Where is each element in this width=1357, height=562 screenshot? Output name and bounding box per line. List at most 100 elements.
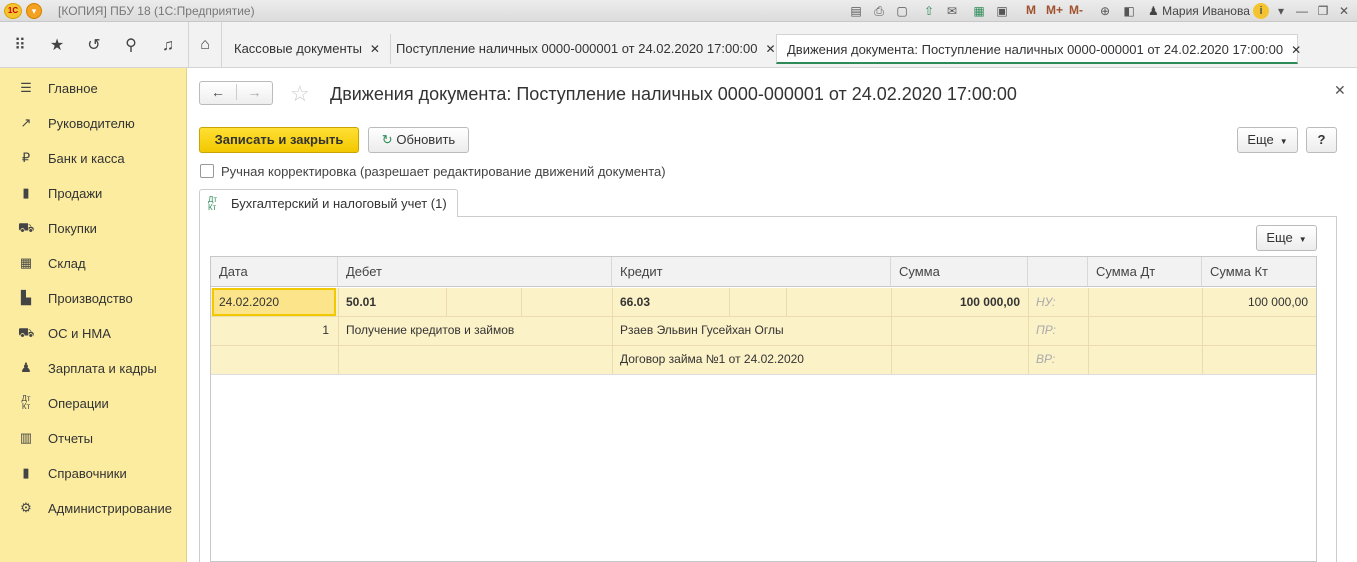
entries-table[interactable]: Дата Дебет Кредит Сумма Сумма Дт Сумма К… [210, 256, 1317, 562]
zoom-icon[interactable]: ⊕ [1097, 3, 1113, 19]
sidebar-item-purchases[interactable]: ⛟ Покупки [0, 210, 187, 245]
col-header-debit[interactable]: Дебет [338, 257, 612, 287]
preview-icon[interactable]: ▢ [894, 3, 910, 19]
sidebar-item-label: Операции [48, 396, 109, 411]
col-divider [786, 288, 787, 316]
sidebar-item-label: Справочники [48, 466, 127, 481]
favorite-star-icon[interactable]: ☆ [290, 81, 310, 107]
manual-correction-label: Ручная корректировка (разрешает редактир… [221, 164, 666, 179]
manual-correction-checkbox[interactable] [200, 164, 214, 178]
memory-m-button[interactable]: M [1026, 3, 1036, 17]
apps-grid-icon[interactable]: ⠿ [10, 36, 30, 56]
sidebar-item-label: Зарплата и кадры [48, 361, 157, 376]
bell-icon[interactable]: ♫ [158, 36, 178, 56]
favorites-icon[interactable]: ★ [47, 36, 67, 56]
calendar-icon[interactable]: ▣ [994, 3, 1010, 19]
sidebar-item-manager[interactable]: ↗ Руководителю [0, 105, 187, 140]
sidebar-item-label: Главное [48, 81, 98, 96]
panels-icon[interactable]: ◧ [1121, 3, 1137, 19]
sidebar-item-operations[interactable]: Дт Кт Операции [0, 385, 187, 420]
history-icon[interactable]: ↺ [84, 36, 104, 56]
dtkt-icon: Дт Кт [21, 394, 31, 411]
cell-debit-account[interactable]: 50.01 [346, 288, 376, 316]
search-icon[interactable]: ⚲ [121, 36, 141, 56]
cell-debit-subconto[interactable]: Получение кредитов и займов [346, 316, 514, 344]
cell-credit-account[interactable]: 66.03 [620, 288, 650, 316]
menu-icon: ☰ [20, 80, 32, 95]
col-divider [729, 288, 730, 316]
cell-date[interactable]: 24.02.2020 [219, 288, 279, 316]
sidebar-item-catalogs[interactable]: ▮ Справочники [0, 455, 187, 490]
forward-arrow-icon[interactable]: → [236, 84, 272, 100]
top-navigation: ⠿ ★ ↺ ⚲ ♫ ⌂ Кассовые документы ✕ Поступле… [0, 22, 1357, 68]
save-and-close-button[interactable]: Записать и закрыть [199, 127, 359, 153]
cell-amount-kt[interactable]: 100 000,00 [1202, 288, 1308, 316]
col-header-date[interactable]: Дата [211, 257, 338, 287]
more-button[interactable]: Еще ▼ [1237, 127, 1298, 153]
main-menu-icon[interactable]: ▾ [26, 3, 42, 19]
col-header-amount-kt[interactable]: Сумма Кт [1202, 257, 1316, 287]
memory-plus-button[interactable]: M+ [1046, 3, 1063, 17]
col-header-amount[interactable]: Сумма [891, 257, 1028, 287]
user-label: Мария Иванова [1162, 4, 1250, 18]
col-header-tax-type[interactable] [1028, 257, 1088, 287]
trend-icon: ↗ [20, 115, 32, 130]
more-label: Еще [1266, 230, 1293, 245]
tab-cash-documents[interactable]: Кассовые документы ✕ [224, 34, 391, 64]
minimize-icon[interactable]: — [1294, 3, 1310, 19]
close-icon[interactable]: ✕ [1291, 43, 1301, 57]
close-icon[interactable]: ✕ [370, 42, 380, 56]
table-more-button[interactable]: Еще ▼ [1256, 225, 1317, 251]
info-icon[interactable]: i [1253, 3, 1269, 19]
app-logo-icon: 1С [4, 3, 22, 19]
col-header-credit[interactable]: Кредит [612, 257, 891, 287]
sidebar-item-reports[interactable]: ▥ Отчеты [0, 420, 187, 455]
back-arrow-icon[interactable]: ← [200, 84, 236, 100]
close-window-icon[interactable]: ✕ [1336, 3, 1352, 19]
sidebar-item-admin[interactable]: ⚙ Администрирование [0, 490, 187, 525]
basket-icon: ⛟ [18, 220, 35, 235]
help-button[interactable]: ? [1306, 127, 1337, 153]
sidebar-item-production[interactable]: ▙ Производство [0, 280, 187, 315]
mail-icon[interactable]: ✉ [944, 3, 960, 19]
chevron-down-icon[interactable]: ▾ [1273, 3, 1289, 19]
close-icon[interactable]: ✕ [766, 42, 776, 56]
sidebar-item-warehouse[interactable]: ▦ Склад [0, 245, 187, 280]
cell-credit-subconto-2[interactable]: Договор займа №1 от 24.02.2020 [620, 345, 804, 373]
user-icon: ♟ [1148, 4, 1159, 18]
restore-icon[interactable]: ❐ [1315, 3, 1331, 19]
window-title: [КОПИЯ] ПБУ 18 (1С:Предприятие) [58, 4, 255, 18]
memory-minus-button[interactable]: M- [1069, 3, 1083, 17]
tab-cash-receipt[interactable]: Поступление наличных 0000-000001 от 24.0… [386, 34, 787, 64]
cell-pr-label: ПР: [1036, 323, 1056, 337]
print-icon[interactable]: ⎙ [871, 3, 887, 19]
sidebar-item-label: ОС и НМА [48, 326, 111, 341]
history-nav-buttons: ← → [199, 81, 273, 105]
save-icon[interactable]: ▤ [848, 3, 864, 19]
dtkt-icon: Дт Кт [208, 196, 217, 212]
refresh-button[interactable]: ↻ Обновить [368, 127, 469, 153]
tab-accounting[interactable]: Дт Кт Бухгалтерский и налоговый учет (1) [199, 189, 458, 217]
row-divider [211, 374, 1316, 375]
col-divider [1028, 288, 1029, 374]
tab-label: Кассовые документы [234, 41, 362, 56]
sidebar-item-assets[interactable]: ⛟ ОС и НМА [0, 315, 187, 350]
user-name[interactable]: ♟ Мария Иванова [1148, 4, 1250, 18]
sidebar-item-main[interactable]: ☰ Главное [0, 70, 187, 105]
calculator-icon[interactable]: ▦ [971, 3, 987, 19]
cell-credit-subconto-1[interactable]: Рзаев Эльвин Гусейхан Оглы [620, 316, 784, 344]
sidebar-item-bank[interactable]: ₽ Банк и касса [0, 140, 187, 175]
upload-icon[interactable]: ⇧ [921, 3, 937, 19]
tab-label: Бухгалтерский и налоговый учет (1) [231, 196, 447, 211]
home-icon: ⌂ [200, 36, 210, 53]
close-form-icon[interactable]: ✕ [1334, 82, 1346, 99]
sidebar-item-label: Покупки [48, 221, 97, 236]
tab-document-movements[interactable]: Движения документа: Поступление наличных… [776, 34, 1301, 64]
home-button[interactable]: ⌂ [188, 22, 222, 68]
refresh-icon: ↻ [381, 132, 393, 147]
cell-amount[interactable]: 100 000,00 [891, 288, 1020, 316]
sidebar-item-sales[interactable]: ▮ Продажи [0, 175, 187, 210]
cart-icon: ▮ [22, 185, 30, 200]
sidebar-item-payroll[interactable]: ♟ Зарплата и кадры [0, 350, 187, 385]
col-header-amount-dt[interactable]: Сумма Дт [1088, 257, 1202, 287]
